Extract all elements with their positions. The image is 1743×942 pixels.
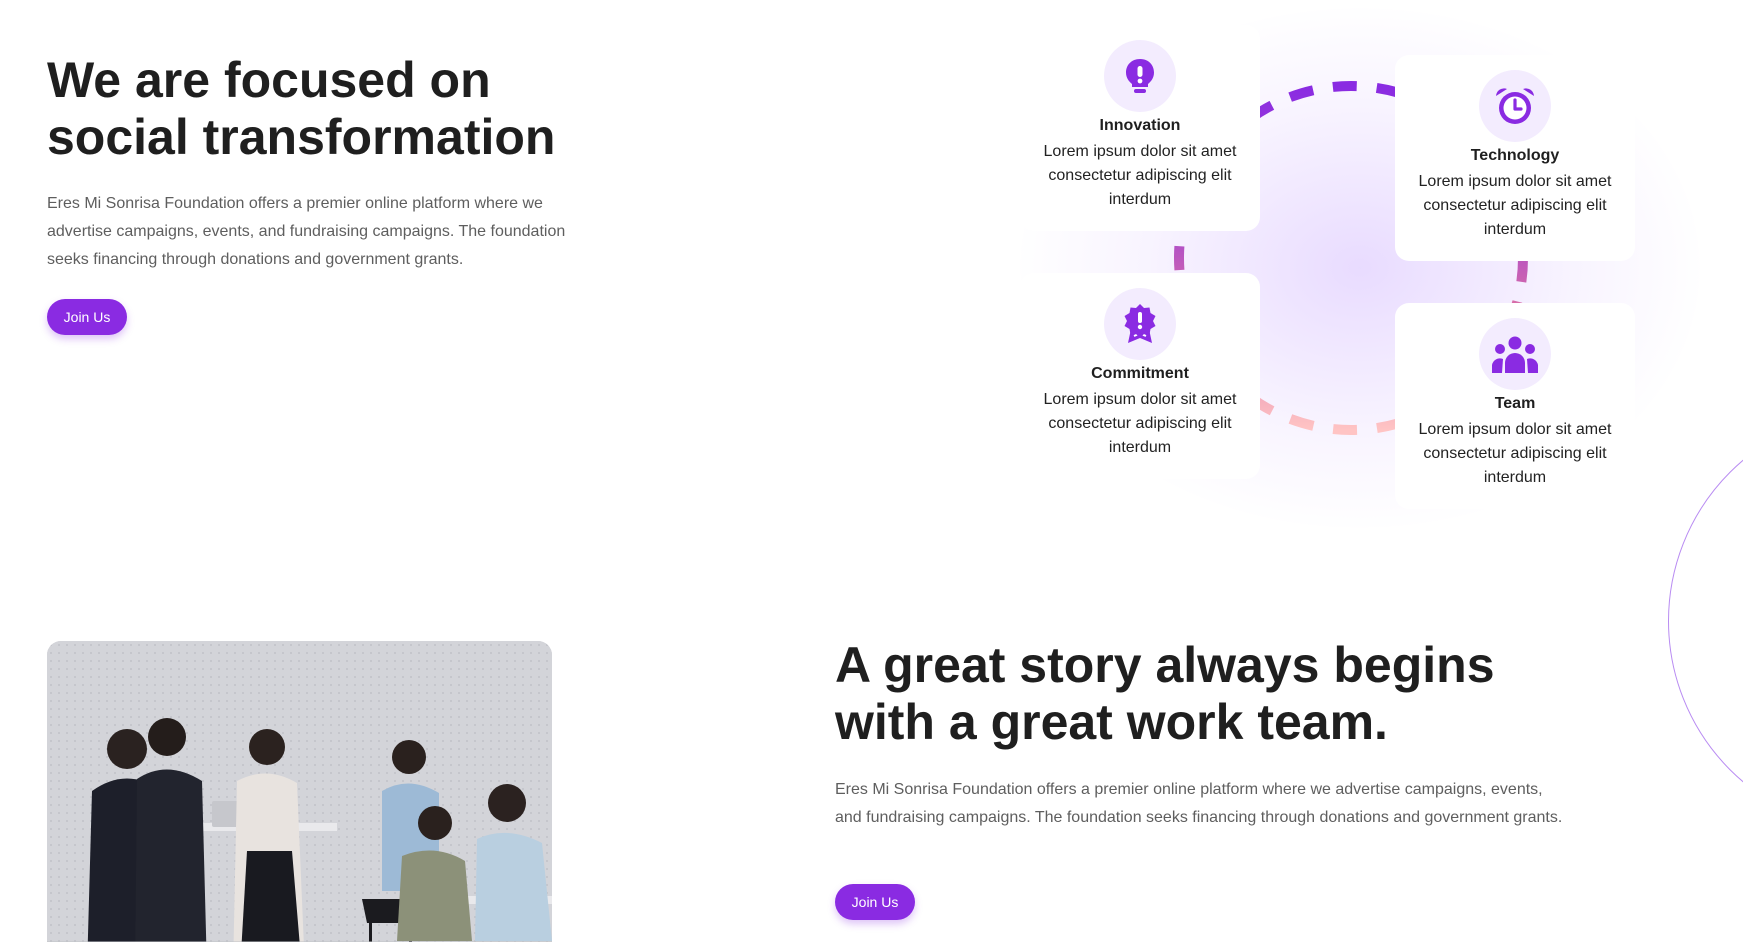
value-title: Team <box>1494 395 1536 412</box>
hero-title: We are focused on social transformation <box>47 52 556 165</box>
team-photo <box>47 641 552 942</box>
value-description: Lorem ipsum dolor sit amet consectetur a… <box>1043 143 1237 208</box>
story-join-us-button[interactable]: Join Us <box>835 884 915 920</box>
value-card-commitment: Commitment Lorem ipsum dolor sit amet co… <box>1020 273 1260 479</box>
value-description: Lorem ipsum dolor sit amet consectetur a… <box>1418 421 1612 486</box>
value-card-technology: Technology Lorem ipsum dolor sit amet co… <box>1395 55 1635 261</box>
hero-join-us-button[interactable]: Join Us <box>47 299 127 335</box>
lightbulb-icon <box>1104 40 1176 112</box>
value-title: Technology <box>1470 147 1560 164</box>
story-description: Eres Mi Sonrisa Foundation offers a prem… <box>835 781 1563 826</box>
page: We are focused on social transformation … <box>0 0 1743 942</box>
value-card-innovation: Innovation Lorem ipsum dolor sit amet co… <box>1020 25 1260 231</box>
value-description: Lorem ipsum dolor sit amet consectetur a… <box>1043 391 1237 456</box>
value-card-team: Team Lorem ipsum dolor sit amet consecte… <box>1395 303 1635 509</box>
value-title: Innovation <box>1099 117 1181 134</box>
team-group-icon <box>1479 318 1551 390</box>
value-title: Commitment <box>1091 365 1189 382</box>
value-description: Lorem ipsum dolor sit amet consectetur a… <box>1418 173 1612 238</box>
alarm-clock-icon <box>1479 70 1551 142</box>
hero-description: Eres Mi Sonrisa Foundation offers a prem… <box>47 195 566 268</box>
award-badge-icon <box>1104 288 1176 360</box>
story-title: A great story always begins with a great… <box>835 637 1495 750</box>
values-section: Innovation Lorem ipsum dolor sit amet co… <box>990 8 1720 528</box>
